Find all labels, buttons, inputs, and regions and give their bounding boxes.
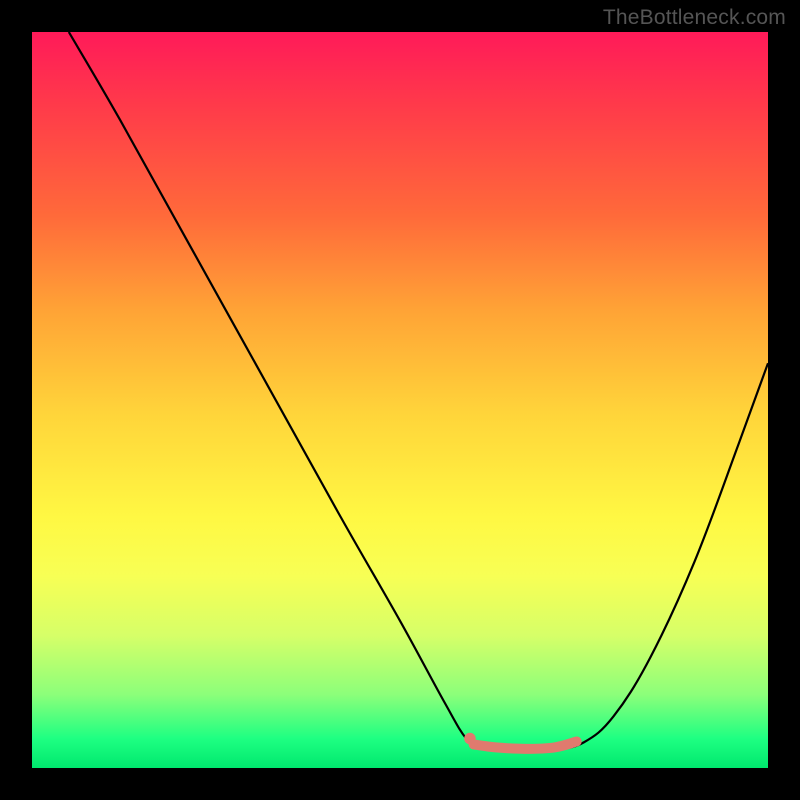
optimal-dot — [464, 733, 476, 745]
watermark-label: TheBottleneck.com — [603, 6, 786, 30]
chart-container: TheBottleneck.com — [0, 0, 800, 800]
plot-area — [32, 32, 768, 768]
bottleneck-curve — [69, 32, 768, 750]
chart-svg — [32, 32, 768, 768]
optimal-range-highlight — [474, 742, 577, 749]
